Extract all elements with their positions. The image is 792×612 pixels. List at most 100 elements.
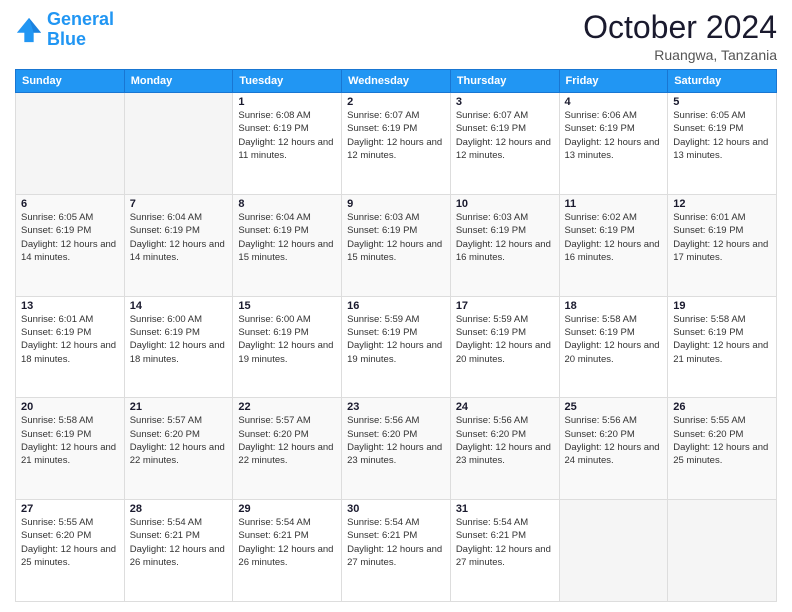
table-cell: 9Sunrise: 6:03 AM Sunset: 6:19 PM Daylig… [342, 194, 451, 296]
day-number: 15 [238, 300, 336, 312]
week-row-2: 13Sunrise: 6:01 AM Sunset: 6:19 PM Dayli… [16, 296, 777, 398]
table-cell: 6Sunrise: 6:05 AM Sunset: 6:19 PM Daylig… [16, 194, 125, 296]
day-number: 10 [456, 198, 554, 210]
day-number: 21 [130, 401, 228, 413]
day-detail: Sunrise: 6:02 AM Sunset: 6:19 PM Dayligh… [565, 211, 663, 264]
table-cell: 5Sunrise: 6:05 AM Sunset: 6:19 PM Daylig… [668, 93, 777, 195]
day-number: 20 [21, 401, 119, 413]
month-title: October 2024 [583, 10, 777, 45]
day-number: 27 [21, 503, 119, 515]
day-number: 3 [456, 96, 554, 108]
day-detail: Sunrise: 5:54 AM Sunset: 6:21 PM Dayligh… [238, 516, 336, 569]
day-detail: Sunrise: 5:58 AM Sunset: 6:19 PM Dayligh… [673, 313, 771, 366]
table-cell: 17Sunrise: 5:59 AM Sunset: 6:19 PM Dayli… [450, 296, 559, 398]
day-number: 1 [238, 96, 336, 108]
day-detail: Sunrise: 5:56 AM Sunset: 6:20 PM Dayligh… [347, 414, 445, 467]
header: General Blue October 2024 Ruangwa, Tanza… [15, 10, 777, 63]
location: Ruangwa, Tanzania [583, 47, 777, 63]
day-detail: Sunrise: 6:05 AM Sunset: 6:19 PM Dayligh… [21, 211, 119, 264]
day-number: 29 [238, 503, 336, 515]
day-detail: Sunrise: 6:05 AM Sunset: 6:19 PM Dayligh… [673, 109, 771, 162]
col-sunday: Sunday [16, 70, 125, 93]
table-cell: 22Sunrise: 5:57 AM Sunset: 6:20 PM Dayli… [233, 398, 342, 500]
logo-icon [15, 16, 43, 44]
table-cell [16, 93, 125, 195]
day-detail: Sunrise: 5:56 AM Sunset: 6:20 PM Dayligh… [565, 414, 663, 467]
table-cell [124, 93, 233, 195]
col-friday: Friday [559, 70, 668, 93]
table-cell: 31Sunrise: 5:54 AM Sunset: 6:21 PM Dayli… [450, 500, 559, 602]
table-cell: 16Sunrise: 5:59 AM Sunset: 6:19 PM Dayli… [342, 296, 451, 398]
table-cell [559, 500, 668, 602]
week-row-4: 27Sunrise: 5:55 AM Sunset: 6:20 PM Dayli… [16, 500, 777, 602]
col-monday: Monday [124, 70, 233, 93]
day-number: 26 [673, 401, 771, 413]
table-cell: 15Sunrise: 6:00 AM Sunset: 6:19 PM Dayli… [233, 296, 342, 398]
day-detail: Sunrise: 5:55 AM Sunset: 6:20 PM Dayligh… [673, 414, 771, 467]
table-cell: 21Sunrise: 5:57 AM Sunset: 6:20 PM Dayli… [124, 398, 233, 500]
day-number: 16 [347, 300, 445, 312]
day-detail: Sunrise: 5:58 AM Sunset: 6:19 PM Dayligh… [565, 313, 663, 366]
table-cell: 11Sunrise: 6:02 AM Sunset: 6:19 PM Dayli… [559, 194, 668, 296]
day-number: 12 [673, 198, 771, 210]
week-row-0: 1Sunrise: 6:08 AM Sunset: 6:19 PM Daylig… [16, 93, 777, 195]
day-detail: Sunrise: 6:07 AM Sunset: 6:19 PM Dayligh… [347, 109, 445, 162]
day-detail: Sunrise: 5:57 AM Sunset: 6:20 PM Dayligh… [130, 414, 228, 467]
table-cell: 28Sunrise: 5:54 AM Sunset: 6:21 PM Dayli… [124, 500, 233, 602]
day-detail: Sunrise: 6:04 AM Sunset: 6:19 PM Dayligh… [238, 211, 336, 264]
table-cell: 25Sunrise: 5:56 AM Sunset: 6:20 PM Dayli… [559, 398, 668, 500]
table-cell: 7Sunrise: 6:04 AM Sunset: 6:19 PM Daylig… [124, 194, 233, 296]
table-cell: 18Sunrise: 5:58 AM Sunset: 6:19 PM Dayli… [559, 296, 668, 398]
logo: General Blue [15, 10, 114, 50]
day-detail: Sunrise: 5:54 AM Sunset: 6:21 PM Dayligh… [347, 516, 445, 569]
day-number: 24 [456, 401, 554, 413]
day-detail: Sunrise: 5:57 AM Sunset: 6:20 PM Dayligh… [238, 414, 336, 467]
page: General Blue October 2024 Ruangwa, Tanza… [0, 0, 792, 612]
day-detail: Sunrise: 5:54 AM Sunset: 6:21 PM Dayligh… [456, 516, 554, 569]
table-cell: 8Sunrise: 6:04 AM Sunset: 6:19 PM Daylig… [233, 194, 342, 296]
week-row-3: 20Sunrise: 5:58 AM Sunset: 6:19 PM Dayli… [16, 398, 777, 500]
day-detail: Sunrise: 6:06 AM Sunset: 6:19 PM Dayligh… [565, 109, 663, 162]
table-cell: 2Sunrise: 6:07 AM Sunset: 6:19 PM Daylig… [342, 93, 451, 195]
day-number: 30 [347, 503, 445, 515]
week-row-1: 6Sunrise: 6:05 AM Sunset: 6:19 PM Daylig… [16, 194, 777, 296]
day-number: 13 [21, 300, 119, 312]
table-cell: 10Sunrise: 6:03 AM Sunset: 6:19 PM Dayli… [450, 194, 559, 296]
day-detail: Sunrise: 6:00 AM Sunset: 6:19 PM Dayligh… [238, 313, 336, 366]
table-cell: 23Sunrise: 5:56 AM Sunset: 6:20 PM Dayli… [342, 398, 451, 500]
day-detail: Sunrise: 6:07 AM Sunset: 6:19 PM Dayligh… [456, 109, 554, 162]
day-detail: Sunrise: 6:08 AM Sunset: 6:19 PM Dayligh… [238, 109, 336, 162]
day-detail: Sunrise: 6:04 AM Sunset: 6:19 PM Dayligh… [130, 211, 228, 264]
day-number: 8 [238, 198, 336, 210]
day-detail: Sunrise: 6:03 AM Sunset: 6:19 PM Dayligh… [347, 211, 445, 264]
table-cell: 19Sunrise: 5:58 AM Sunset: 6:19 PM Dayli… [668, 296, 777, 398]
day-detail: Sunrise: 5:58 AM Sunset: 6:19 PM Dayligh… [21, 414, 119, 467]
day-detail: Sunrise: 5:56 AM Sunset: 6:20 PM Dayligh… [456, 414, 554, 467]
table-cell: 20Sunrise: 5:58 AM Sunset: 6:19 PM Dayli… [16, 398, 125, 500]
day-detail: Sunrise: 5:59 AM Sunset: 6:19 PM Dayligh… [456, 313, 554, 366]
day-detail: Sunrise: 6:00 AM Sunset: 6:19 PM Dayligh… [130, 313, 228, 366]
table-cell: 3Sunrise: 6:07 AM Sunset: 6:19 PM Daylig… [450, 93, 559, 195]
table-cell: 30Sunrise: 5:54 AM Sunset: 6:21 PM Dayli… [342, 500, 451, 602]
day-number: 7 [130, 198, 228, 210]
day-number: 18 [565, 300, 663, 312]
day-detail: Sunrise: 6:01 AM Sunset: 6:19 PM Dayligh… [673, 211, 771, 264]
day-detail: Sunrise: 6:03 AM Sunset: 6:19 PM Dayligh… [456, 211, 554, 264]
table-cell: 29Sunrise: 5:54 AM Sunset: 6:21 PM Dayli… [233, 500, 342, 602]
day-number: 14 [130, 300, 228, 312]
table-cell: 27Sunrise: 5:55 AM Sunset: 6:20 PM Dayli… [16, 500, 125, 602]
table-cell: 24Sunrise: 5:56 AM Sunset: 6:20 PM Dayli… [450, 398, 559, 500]
day-number: 23 [347, 401, 445, 413]
day-number: 22 [238, 401, 336, 413]
day-detail: Sunrise: 6:01 AM Sunset: 6:19 PM Dayligh… [21, 313, 119, 366]
day-number: 11 [565, 198, 663, 210]
day-detail: Sunrise: 5:59 AM Sunset: 6:19 PM Dayligh… [347, 313, 445, 366]
day-number: 25 [565, 401, 663, 413]
day-number: 5 [673, 96, 771, 108]
day-detail: Sunrise: 5:54 AM Sunset: 6:21 PM Dayligh… [130, 516, 228, 569]
table-cell [668, 500, 777, 602]
col-saturday: Saturday [668, 70, 777, 93]
table-cell: 13Sunrise: 6:01 AM Sunset: 6:19 PM Dayli… [16, 296, 125, 398]
day-number: 19 [673, 300, 771, 312]
table-cell: 26Sunrise: 5:55 AM Sunset: 6:20 PM Dayli… [668, 398, 777, 500]
